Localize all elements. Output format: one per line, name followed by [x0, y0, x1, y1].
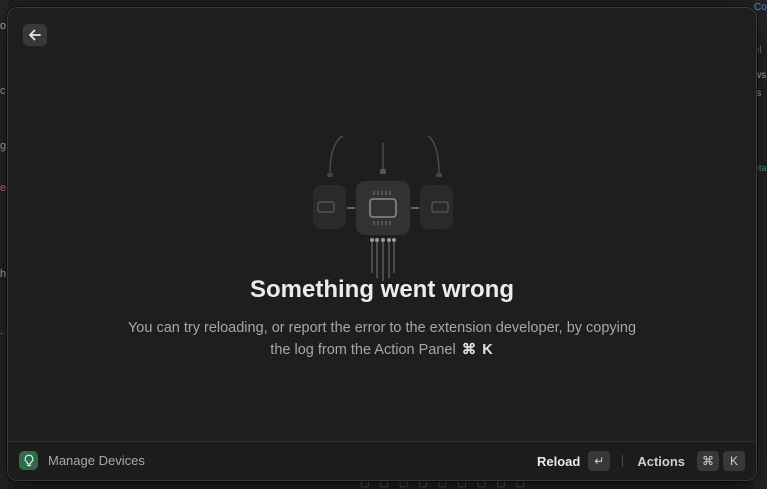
bg-text-fragment: h: [0, 268, 7, 280]
command-key-hint: ⌘: [697, 451, 719, 471]
enter-key-hint: ↵: [588, 451, 611, 471]
chip-device-icon: [313, 135, 453, 281]
error-title: Something went wrong: [250, 276, 514, 303]
back-button[interactable]: [23, 24, 47, 46]
error-description-text: You can try reloading, or report the err…: [127, 320, 637, 358]
bg-text-fragment: c: [0, 85, 6, 97]
extension-title: Manage Devices: [48, 453, 145, 468]
extension-icon: [19, 451, 38, 470]
extension-window: Something went wrong You can try reloadi…: [7, 7, 757, 481]
actions-shortcut: ⌘ K: [697, 451, 745, 471]
footer-actions: Reload ↵ Actions ⌘ K: [537, 449, 745, 473]
bg-text-fragment: g: [0, 140, 7, 152]
bg-text-fragment: Co: [754, 2, 767, 13]
lightbulb-icon: [24, 454, 33, 467]
k-key-hint: K: [723, 451, 745, 471]
footer-divider: [622, 455, 624, 467]
action-bar: Manage Devices Reload ↵ Actions ⌘ K: [8, 441, 756, 480]
bg-text-fragment: e: [0, 182, 7, 194]
action-panel-shortcut: ⌘ K: [461, 342, 494, 358]
bg-text-fragment: o: [0, 20, 7, 32]
arrow-left-icon: [29, 29, 41, 41]
error-description: You can try reloading, or report the err…: [118, 317, 646, 361]
actions-button[interactable]: Actions: [637, 454, 685, 469]
bg-text-fragment: .: [0, 325, 4, 337]
reload-button[interactable]: Reload: [537, 454, 580, 469]
